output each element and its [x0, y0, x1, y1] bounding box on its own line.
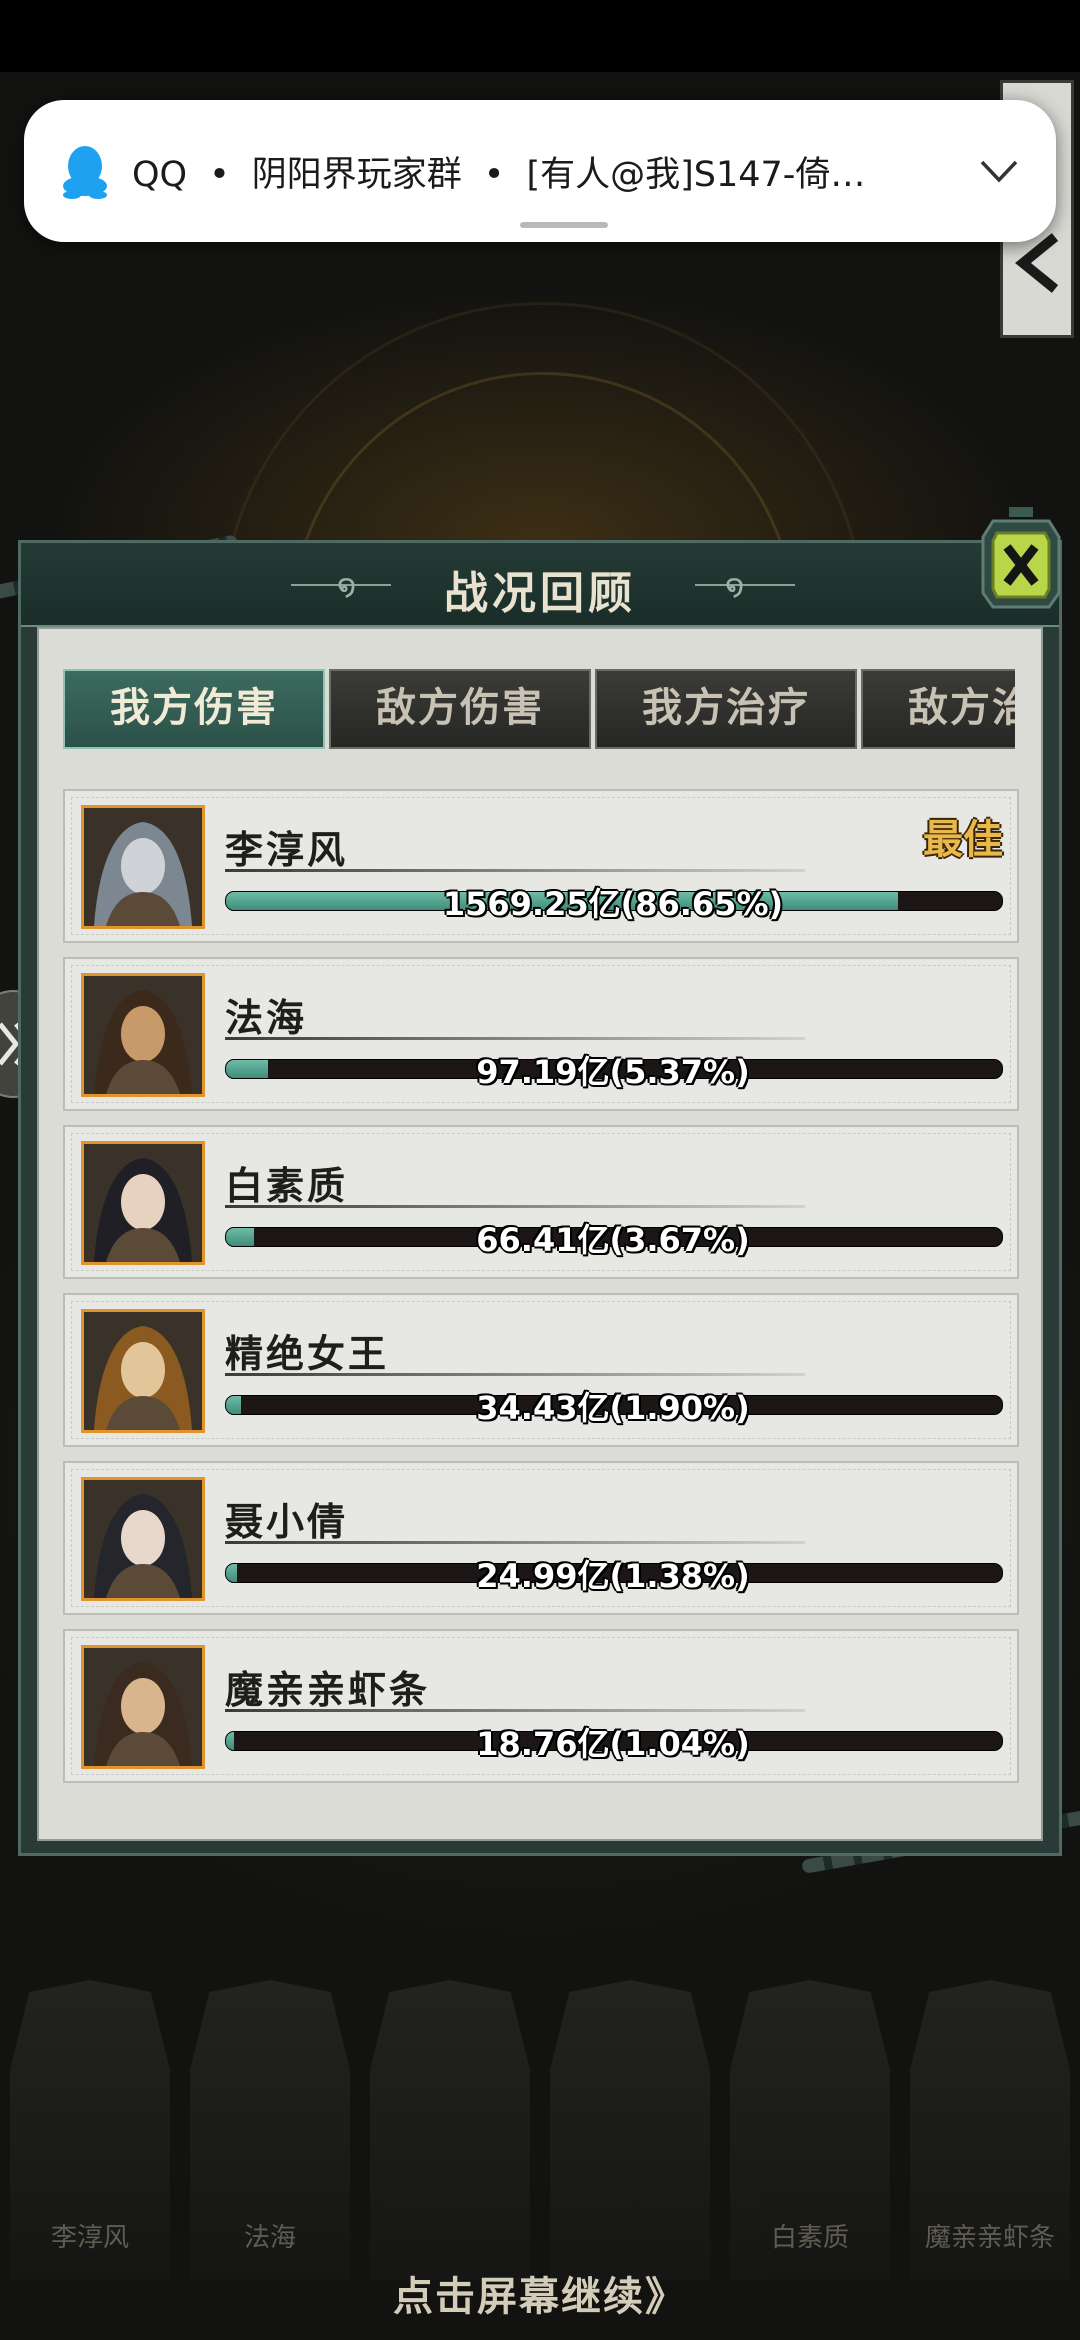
tab-1[interactable]: 敌方伤害: [329, 669, 591, 749]
chevron-down-icon[interactable]: [978, 150, 1020, 192]
avatar: [81, 1477, 205, 1601]
character-card-name: 魔亲亲虾条: [924, 2223, 1055, 2253]
panel-content: 我方伤害敌方伤害我方治疗敌方治疗 李淳风 1569.25亿(86.65%) 最佳法海…: [37, 627, 1043, 1841]
separator-dot: •: [209, 155, 230, 195]
character-portrait-icon: [84, 1648, 202, 1766]
panel-header: ໑ ໑ 战况回顾: [21, 543, 1059, 627]
character-portrait-icon: [84, 808, 202, 926]
damage-row[interactable]: 精绝女王 34.43亿(1.90%): [63, 1293, 1019, 1447]
character-card: 法海: [190, 1980, 350, 2280]
continue-prompt[interactable]: 点击屏幕继续》: [0, 2264, 1080, 2322]
damage-value: 34.43亿(1.90%): [476, 1389, 750, 1427]
damage-value: 97.19亿(5.37%): [476, 1053, 750, 1091]
character-name: 白素质: [225, 1163, 349, 1208]
character-card-row: 李淳风 法海 白素质 魔亲亲虾条: [10, 1980, 1080, 2280]
damage-value: 66.41亿(3.67%): [476, 1221, 750, 1259]
qq-notification[interactable]: QQ • 阴阳界玩家群 • [有人@我]S147-倚…: [24, 100, 1056, 242]
damage-row[interactable]: 李淳风 1569.25亿(86.65%) 最佳: [63, 789, 1019, 943]
character-portrait-icon: [84, 976, 202, 1094]
name-underline: [225, 1541, 805, 1544]
damage-row[interactable]: 法海 97.19亿(5.37%): [63, 957, 1019, 1111]
separator-dot: •: [483, 155, 505, 195]
name-underline: [225, 1709, 805, 1712]
character-name: 聂小倩: [225, 1499, 349, 1544]
damage-value: 18.76亿(1.04%): [476, 1725, 750, 1763]
name-underline: [225, 1205, 805, 1208]
character-name: 精绝女王: [225, 1331, 390, 1376]
name-underline: [225, 1037, 805, 1040]
damage-row[interactable]: 聂小倩 24.99亿(1.38%): [63, 1461, 1019, 1615]
tab-bar: 我方伤害敌方伤害我方治疗敌方治疗: [63, 669, 1015, 751]
avatar: [81, 805, 205, 929]
damage-list: 李淳风 1569.25亿(86.65%) 最佳法海 97.19亿(5.37%) 白素质 6…: [63, 789, 1021, 1797]
character-name: 李淳风: [225, 827, 349, 872]
damage-value: 24.99亿(1.38%): [476, 1557, 750, 1595]
character-card-name: 李淳风: [50, 2223, 129, 2253]
character-name: 法海: [225, 995, 308, 1040]
panel-title: 战况回顾: [444, 568, 636, 619]
damage-value: 1569.25亿(86.65%): [442, 885, 784, 923]
qq-penguin-icon: [63, 146, 107, 199]
character-portrait-icon: [84, 1480, 202, 1598]
character-name: 魔亲亲虾条: [225, 1667, 431, 1712]
character-card: 白素质: [730, 1980, 890, 2280]
battle-review-panel: ໑ ໑ 战况回顾 我方伤害敌方伤害我方治疗敌方治疗 李淳风 1569.25亿(86…: [18, 507, 1062, 1856]
close-button[interactable]: [979, 507, 1063, 619]
notification-app: QQ: [132, 155, 188, 195]
notification-group: 阴阳界玩家群: [251, 155, 462, 195]
notification-handle[interactable]: [520, 222, 608, 228]
avatar: [81, 1141, 205, 1265]
character-card: 李淳风: [10, 1980, 170, 2280]
character-card-name: 法海: [243, 2223, 296, 2253]
best-badge: 最佳: [923, 816, 1003, 863]
chevron-left-icon: [1015, 233, 1059, 293]
tab-0[interactable]: 我方伤害: [63, 669, 325, 749]
damage-row[interactable]: 白素质 66.41亿(3.67%): [63, 1125, 1019, 1279]
character-card: [370, 1980, 530, 2280]
tab-3[interactable]: 敌方治疗: [861, 669, 1015, 749]
status-bar: [0, 0, 1080, 72]
name-underline: [225, 1373, 805, 1376]
name-underline: [225, 869, 805, 872]
damage-row[interactable]: 魔亲亲虾条 18.76亿(1.04%): [63, 1629, 1019, 1783]
notification-message: [有人@我]S147-倚…: [526, 155, 866, 195]
character-card: [550, 1980, 710, 2280]
character-card: 魔亲亲虾条: [910, 1980, 1070, 2280]
character-card-name: 白素质: [770, 2223, 849, 2253]
character-portrait-icon: [84, 1144, 202, 1262]
avatar: [81, 1309, 205, 1433]
avatar: [81, 973, 205, 1097]
avatar: [81, 1645, 205, 1769]
character-portrait-icon: [84, 1312, 202, 1430]
tab-2[interactable]: 我方治疗: [595, 669, 857, 749]
